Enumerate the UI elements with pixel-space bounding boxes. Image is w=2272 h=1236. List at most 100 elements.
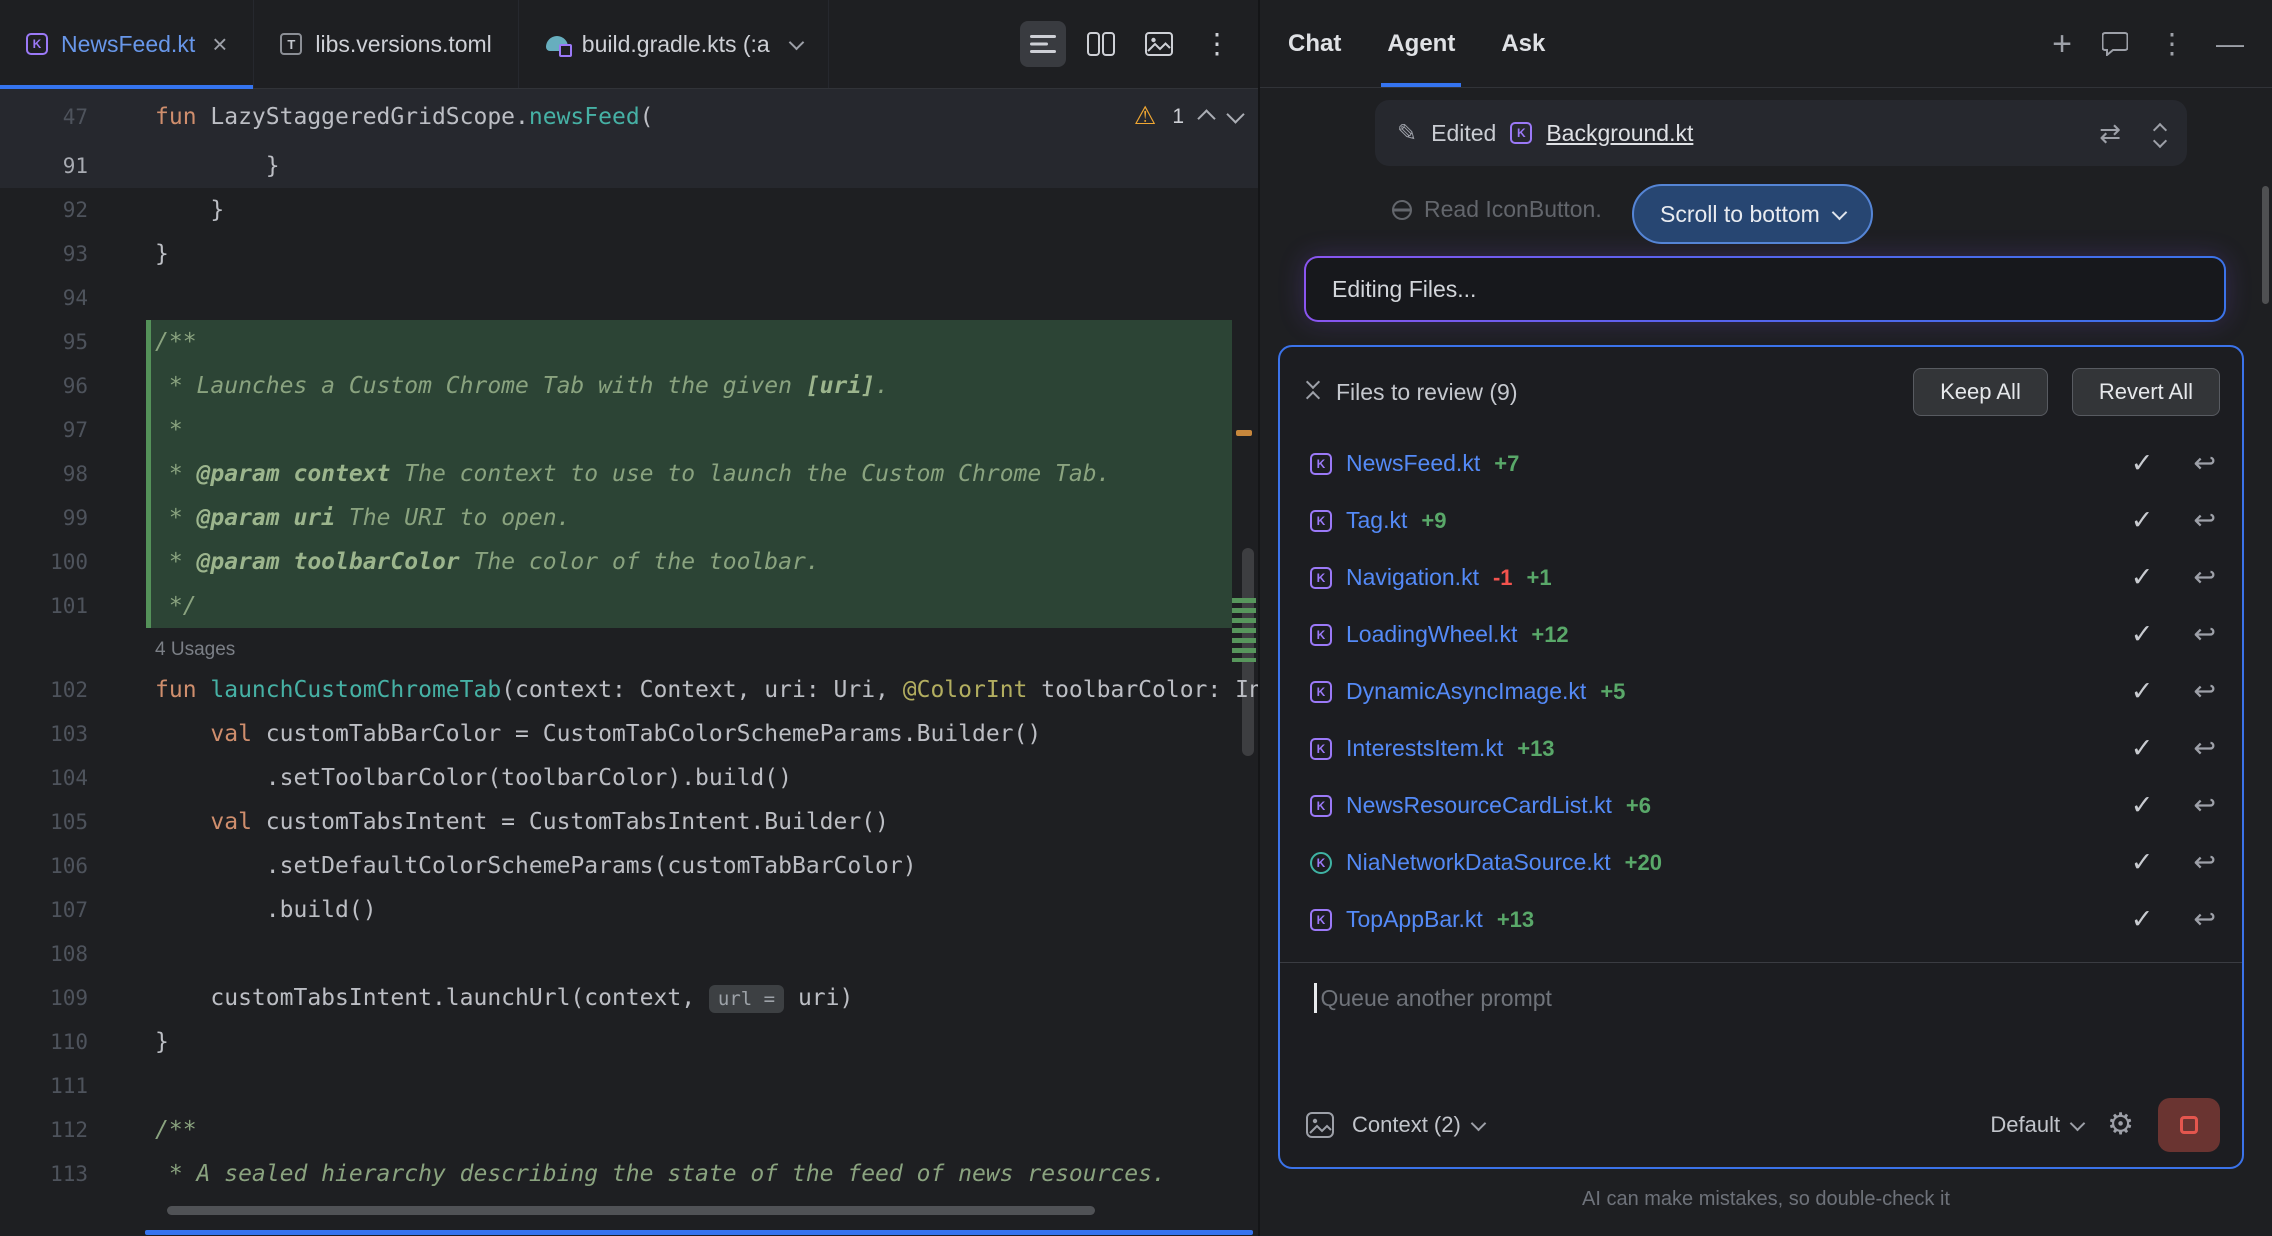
tab-build-gradle-kts[interactable]: build.gradle.kts (:a: [519, 0, 829, 88]
code-text[interactable]: }: [88, 1029, 169, 1055]
accept-file-icon[interactable]: ✓: [2131, 790, 2154, 821]
line-number[interactable]: 93: [0, 242, 88, 266]
accept-file-icon[interactable]: ✓: [2131, 505, 2154, 536]
file-link[interactable]: NewsResourceCardList.kt: [1346, 792, 1612, 819]
edited-file-row[interactable]: ✎ Edited K Background.kt ⇄: [1375, 100, 2187, 166]
code-text[interactable]: val customTabsIntent = CustomTabsIntent.…: [88, 809, 889, 835]
usages-hint[interactable]: 4 Usages: [155, 639, 235, 660]
code-text[interactable]: fun launchCustomChromeTab(context: Conte…: [88, 677, 1258, 703]
code-text[interactable]: }: [88, 197, 224, 223]
code-text[interactable]: 4 Usages: [88, 635, 235, 661]
preview-image-icon[interactable]: [1136, 21, 1182, 67]
file-review-row[interactable]: KInterestsItem.kt+13✓↩: [1310, 720, 2216, 777]
file-link[interactable]: LoadingWheel.kt: [1346, 621, 1517, 648]
close-tab-icon[interactable]: ×: [212, 31, 227, 57]
line-number[interactable]: 107: [0, 898, 88, 922]
context-selector[interactable]: Context (2): [1352, 1112, 1484, 1138]
line-number[interactable]: 113: [0, 1162, 88, 1186]
attach-image-icon[interactable]: [1306, 1112, 1334, 1138]
line-number[interactable]: 47: [0, 105, 88, 129]
line-number[interactable]: 110: [0, 1030, 88, 1054]
warning-stripe-mark[interactable]: [1236, 430, 1252, 436]
file-review-row[interactable]: KTag.kt+9✓↩: [1310, 492, 2216, 549]
tab-chat[interactable]: Chat: [1288, 0, 1341, 87]
line-number[interactable]: 92: [0, 198, 88, 222]
highlight-lines-icon[interactable]: [1020, 21, 1066, 67]
line-number[interactable]: 103: [0, 722, 88, 746]
code-text[interactable]: .build(): [88, 897, 377, 923]
tab-dropdown-icon[interactable]: [788, 34, 804, 50]
line-number[interactable]: 98: [0, 462, 88, 486]
file-review-row[interactable]: KNewsFeed.kt+7✓↩: [1310, 435, 2216, 492]
line-number[interactable]: 94: [0, 286, 88, 310]
file-link[interactable]: TopAppBar.kt: [1346, 906, 1483, 933]
revert-file-icon[interactable]: ↩: [2193, 904, 2216, 935]
prev-problem-icon[interactable]: [1197, 109, 1215, 127]
line-number[interactable]: 101: [0, 594, 88, 618]
tab-agent[interactable]: Agent: [1387, 0, 1455, 87]
line-number[interactable]: 100: [0, 550, 88, 574]
line-number[interactable]: 106: [0, 854, 88, 878]
accept-file-icon[interactable]: ✓: [2131, 448, 2154, 479]
line-number[interactable]: 108: [0, 942, 88, 966]
file-link[interactable]: DynamicAsyncImage.kt: [1346, 678, 1586, 705]
file-link[interactable]: InterestsItem.kt: [1346, 735, 1503, 762]
hide-panel-icon[interactable]: —: [2216, 30, 2244, 58]
next-problem-icon[interactable]: [1226, 105, 1244, 123]
file-review-row[interactable]: KNavigation.kt-1+1✓↩: [1310, 549, 2216, 606]
tab-newsfeed-kt[interactable]: K NewsFeed.kt ×: [0, 0, 254, 88]
tab-ask[interactable]: Ask: [1501, 0, 1545, 87]
scroll-to-bottom-button[interactable]: Scroll to bottom: [1632, 184, 1873, 244]
horizontal-scrollbar[interactable]: [167, 1206, 1095, 1215]
line-number[interactable]: 99: [0, 506, 88, 530]
revert-file-icon[interactable]: ↩: [2193, 790, 2216, 821]
accept-file-icon[interactable]: ✓: [2131, 619, 2154, 650]
code-text[interactable]: * Launches a Custom Chrome Tab with the …: [88, 373, 889, 399]
revert-file-icon[interactable]: ↩: [2193, 619, 2216, 650]
code-editor[interactable]: 91 }92 }93}9495/**96 * Launches a Custom…: [0, 144, 1258, 1196]
line-number[interactable]: 104: [0, 766, 88, 790]
warning-icon[interactable]: ⚠: [1134, 104, 1156, 129]
code-text[interactable]: /**: [88, 1117, 197, 1143]
code-text[interactable]: * @param context The context to use to l…: [88, 461, 1110, 487]
keep-all-button[interactable]: Keep All: [1913, 368, 2048, 416]
line-number[interactable]: 109: [0, 986, 88, 1010]
accept-file-icon[interactable]: ✓: [2131, 904, 2154, 935]
revert-file-icon[interactable]: ↩: [2193, 562, 2216, 593]
line-number[interactable]: 96: [0, 374, 88, 398]
code-text[interactable]: .setToolbarColor(toolbarColor).build(): [88, 765, 792, 791]
revert-file-icon[interactable]: ↩: [2193, 448, 2216, 479]
accept-file-icon[interactable]: ✓: [2131, 847, 2154, 878]
accept-file-icon[interactable]: ✓: [2131, 676, 2154, 707]
code-text[interactable]: *: [88, 417, 183, 443]
sticky-code-text[interactable]: fun LazyStaggeredGridScope.newsFeed(: [88, 104, 654, 130]
mode-selector[interactable]: Default: [1990, 1112, 2083, 1138]
code-text[interactable]: customTabsIntent.launchUrl(context, url …: [88, 985, 853, 1011]
revert-file-icon[interactable]: ↩: [2193, 733, 2216, 764]
file-link[interactable]: Tag.kt: [1346, 507, 1407, 534]
line-number[interactable]: 112: [0, 1118, 88, 1142]
code-text[interactable]: * A sealed hierarchy describing the stat…: [88, 1161, 1166, 1187]
chat-options-kebab-icon[interactable]: ⋮: [2158, 30, 2186, 58]
accept-file-icon[interactable]: ✓: [2131, 562, 2154, 593]
code-text[interactable]: * @param toolbarColor The color of the t…: [88, 549, 820, 575]
file-link[interactable]: NewsFeed.kt: [1346, 450, 1480, 477]
line-number[interactable]: 111: [0, 1074, 88, 1098]
code-text[interactable]: .setDefaultColorSchemeParams(customTabBa…: [88, 853, 917, 879]
file-link[interactable]: NiaNetworkDataSource.kt: [1346, 849, 1611, 876]
tab-libs-versions-toml[interactable]: T libs.versions.toml: [254, 0, 518, 88]
revert-file-icon[interactable]: ↩: [2193, 676, 2216, 707]
line-number[interactable]: 95: [0, 330, 88, 354]
revert-all-button[interactable]: Revert All: [2072, 368, 2220, 416]
code-text[interactable]: }: [88, 241, 169, 267]
revert-file-icon[interactable]: ↩: [2193, 847, 2216, 878]
code-text[interactable]: }: [88, 153, 280, 179]
code-text[interactable]: */: [88, 593, 197, 619]
code-text[interactable]: /**: [88, 329, 197, 355]
diff-stripe-marks[interactable]: [1232, 598, 1256, 662]
editor-options-kebab-icon[interactable]: ⋮: [1194, 21, 1240, 67]
file-review-row[interactable]: KDynamicAsyncImage.kt+5✓↩: [1310, 663, 2216, 720]
file-review-row[interactable]: KTopAppBar.kt+13✓↩: [1310, 891, 2216, 948]
line-number[interactable]: 105: [0, 810, 88, 834]
file-review-row[interactable]: KNewsResourceCardList.kt+6✓↩: [1310, 777, 2216, 834]
